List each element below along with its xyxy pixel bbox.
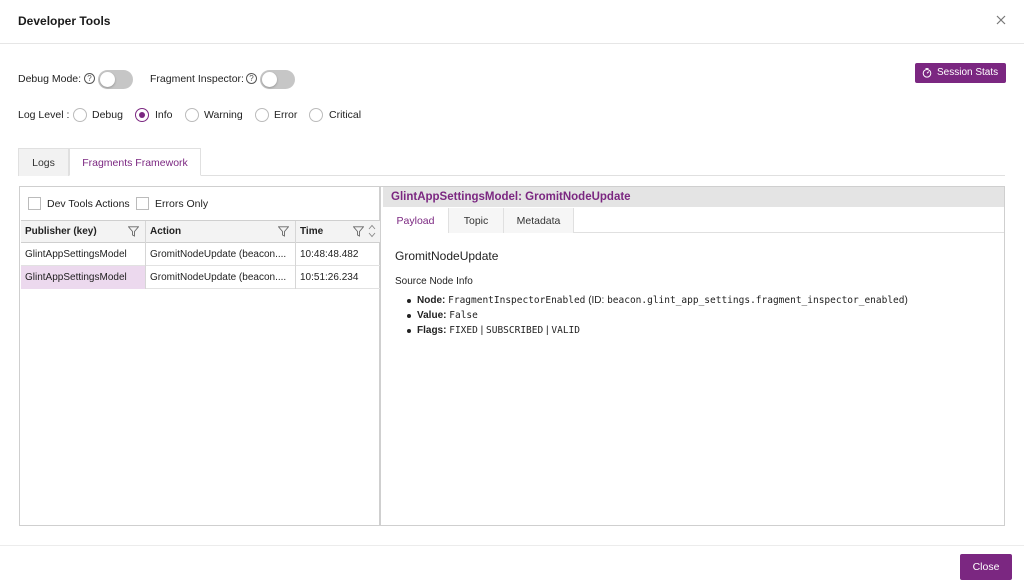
tab-topic[interactable]: Topic (449, 208, 504, 233)
toggle-row: Debug Mode: ? Fragment Inspector: ? (18, 70, 418, 90)
column-header-action[interactable]: Action (146, 221, 296, 243)
publisher-cell: GlintAppSettingsModel (21, 266, 146, 289)
flags-label: Flags: (417, 325, 447, 336)
radio-info[interactable] (135, 108, 149, 122)
help-icon[interactable]: ? (246, 73, 257, 84)
log-level-row: Log Level : Debug Info Warning Error Cri… (18, 107, 518, 125)
fragments-panel: Dev Tools Actions Errors Only Publisher … (19, 186, 1005, 526)
time-cell: 10:48:48.482 (300, 249, 359, 260)
fragment-inspector-label: Fragment Inspector: (150, 73, 244, 85)
main-tabs: Logs Fragments Framework (18, 148, 518, 176)
bullet (407, 299, 411, 303)
footer-divider (0, 545, 1024, 546)
payload-heading: GromitNodeUpdate (395, 249, 499, 263)
column-header-label: Publisher (key) (25, 226, 97, 237)
tab-fragments-framework[interactable]: Fragments Framework (69, 148, 201, 176)
flag-value: VALID (551, 325, 580, 336)
sort-icon[interactable] (368, 223, 376, 239)
fragment-inspector-toggle[interactable] (260, 70, 295, 89)
events-pane: Dev Tools Actions Errors Only Publisher … (20, 187, 381, 525)
node-label: Node: (417, 295, 446, 306)
help-icon[interactable]: ? (84, 73, 95, 84)
flag-separator: | (546, 325, 549, 336)
radio-error-label: Error (274, 109, 298, 121)
radio-debug[interactable] (73, 108, 87, 122)
session-stats-label: Session Stats (937, 67, 999, 78)
flag-separator: | (480, 325, 484, 336)
toggle-knob (100, 72, 115, 87)
detail-title: GlintAppSettingsModel: GromitNodeUpdate (383, 187, 1004, 207)
filter-icon[interactable] (128, 226, 139, 237)
tab-payload[interactable]: Payload (383, 208, 449, 233)
detail-tabs: Payload Topic Metadata (383, 208, 1004, 233)
source-node-heading: Source Node Info (395, 276, 473, 287)
radio-critical-label: Critical (329, 109, 362, 121)
filter-icon[interactable] (353, 226, 364, 237)
publisher-cell: GlintAppSettingsModel (21, 243, 146, 266)
bullet (407, 329, 411, 333)
action-cell: GromitNodeUpdate (beacon.... (146, 266, 296, 289)
filter-icon[interactable] (278, 226, 289, 237)
close-button[interactable]: Close (960, 554, 1012, 580)
tab-logs[interactable]: Logs (18, 148, 69, 176)
flag-value: FIXED (449, 325, 478, 336)
errors-only-label: Errors Only (155, 198, 209, 210)
radio-warning-label: Warning (204, 109, 243, 121)
log-level-label: Log Level : (18, 109, 70, 121)
flag-value: SUBSCRIBED (486, 325, 544, 336)
node-id: beacon.glint_app_settings.fragment_inspe… (607, 295, 905, 306)
node-name: FragmentInspectorEnabled (448, 295, 586, 306)
bullet (407, 314, 411, 318)
radio-debug-label: Debug (92, 109, 123, 121)
grid-header: Publisher (key) Action Time (21, 220, 380, 243)
node-id-suffix: ) (904, 295, 908, 306)
errors-only-checkbox[interactable] (136, 197, 149, 210)
node-id-prefix: (ID: (588, 295, 605, 306)
session-stats-button[interactable]: Session Stats (915, 63, 1006, 83)
detail-pane: GlintAppSettingsModel: GromitNodeUpdate … (383, 187, 1004, 525)
value-label: Value: (417, 310, 447, 321)
radio-info-label: Info (155, 109, 173, 121)
dialog-header: Developer Tools (0, 0, 1024, 44)
dialog-title: Developer Tools (18, 14, 111, 28)
tab-metadata[interactable]: Metadata (504, 208, 574, 233)
radio-error[interactable] (255, 108, 269, 122)
table-row[interactable]: GlintAppSettingsModel GromitNodeUpdate (… (21, 243, 380, 266)
column-header-label: Action (150, 226, 182, 237)
table-row[interactable]: GlintAppSettingsModel GromitNodeUpdate (… (21, 266, 380, 289)
radio-warning[interactable] (185, 108, 199, 122)
action-cell: GromitNodeUpdate (beacon.... (146, 243, 296, 266)
dev-tools-actions-checkbox[interactable] (28, 197, 41, 210)
value-text: False (449, 310, 478, 321)
radio-critical[interactable] (309, 108, 323, 122)
time-cell: 10:51:26.234 (300, 272, 359, 283)
column-header-label: Time (300, 226, 324, 237)
dev-tools-actions-label: Dev Tools Actions (47, 198, 130, 210)
close-icon[interactable] (994, 13, 1008, 27)
debug-mode-label: Debug Mode: (18, 73, 82, 85)
toggle-knob (262, 72, 277, 87)
debug-mode-toggle[interactable] (98, 70, 133, 89)
stats-icon (922, 68, 932, 78)
